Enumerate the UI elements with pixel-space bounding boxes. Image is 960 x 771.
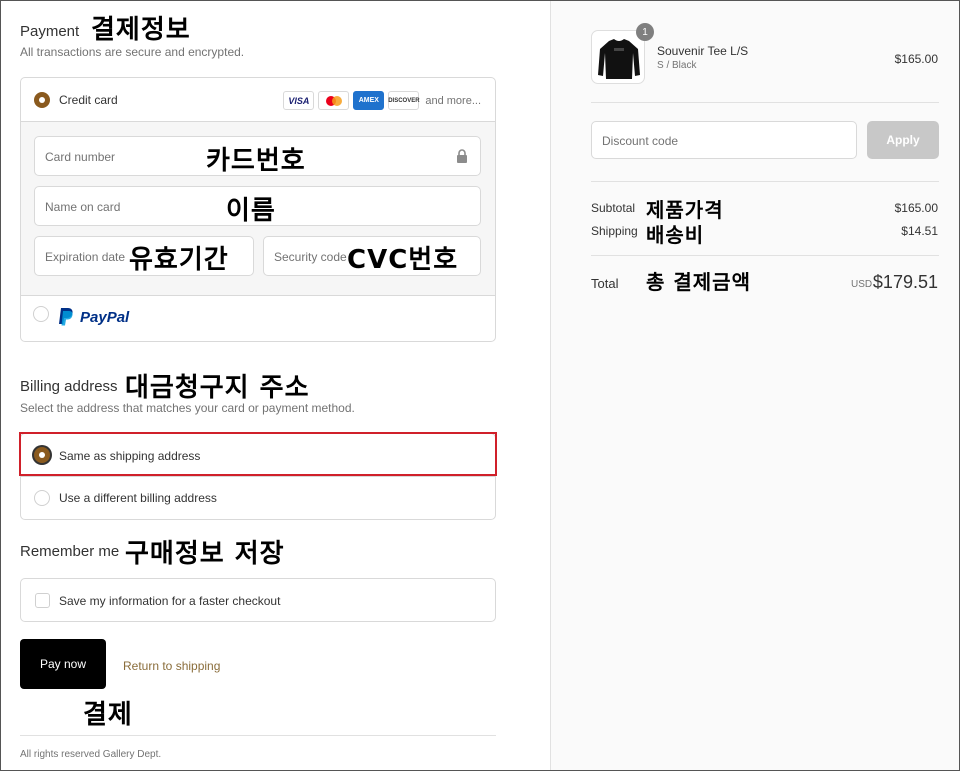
mastercard-icon (318, 91, 350, 110)
shipping-value: $14.51 (901, 224, 938, 238)
save-info-checkbox[interactable] (35, 593, 50, 608)
paypal-label: PayPal (80, 308, 130, 326)
shirt-icon (598, 39, 640, 79)
billing-annotation: 대금청구지 주소 (125, 373, 310, 403)
name-annotation: 이름 (226, 196, 276, 226)
security-code-placeholder: Security code (274, 250, 347, 264)
order-summary: 1 Souvenir Tee L/S S / Black $165.00 Dis… (550, 1, 959, 770)
product-price: $165.00 (894, 52, 938, 66)
credit-card-radio[interactable] (34, 92, 50, 108)
remember-annotation: 구매정보 저장 (125, 539, 285, 569)
paypal-icon (59, 308, 73, 326)
total-annotation: 총 결제금액 (646, 270, 751, 294)
name-on-card-placeholder: Name on card (45, 200, 121, 214)
total-label: Total (591, 276, 619, 291)
product-thumbnail (591, 30, 645, 84)
amex-icon: AMEX (353, 91, 385, 110)
different-billing-label[interactable]: Use a different billing address (59, 491, 217, 505)
billing-title: Billing address (20, 378, 118, 395)
visa-icon: VISA (283, 91, 315, 110)
divider-3 (591, 255, 939, 256)
footer-text: All rights reserved Gallery Dept. (20, 749, 162, 760)
remember-title: Remember me (20, 543, 120, 560)
remember-box: Save my information for a faster checkou… (20, 578, 496, 622)
discover-icon: DISCOVER (388, 91, 420, 110)
save-info-label[interactable]: Save my information for a faster checkou… (59, 594, 280, 608)
discount-placeholder: Discount code (602, 134, 679, 148)
product-name: Souvenir Tee L/S (657, 44, 749, 58)
card-number-placeholder: Card number (45, 150, 116, 164)
subtotal-value: $165.00 (894, 201, 938, 215)
product-variant: S / Black (657, 60, 697, 71)
payment-subtitle: All transactions are secure and encrypte… (20, 45, 245, 59)
currency-label: USD (851, 279, 873, 290)
apply-button[interactable]: Apply (867, 121, 939, 159)
subtotal-label: Subtotal (591, 201, 636, 215)
same-as-shipping-label[interactable]: Same as shipping address (59, 449, 200, 463)
return-to-shipping-link[interactable]: Return to shipping (123, 659, 220, 673)
pay-annotation: 결제 (83, 700, 133, 730)
lock-icon (457, 149, 467, 163)
card-number-annotation: 카드번호 (206, 146, 306, 176)
total-value: $179.51 (872, 272, 938, 292)
quantity-badge: 1 (636, 23, 654, 41)
billing-divider (21, 476, 495, 477)
shipping-label: Shipping (591, 224, 638, 238)
divider-2 (591, 181, 939, 182)
security-code-annotation: CVC번호 (347, 245, 459, 275)
same-as-shipping-radio[interactable] (34, 447, 50, 463)
discount-code-input[interactable]: Discount code (591, 121, 857, 159)
pay-now-button[interactable]: Pay now (20, 639, 106, 689)
divider-1 (591, 102, 939, 103)
paypal-logo: PayPal (58, 307, 129, 327)
footer-divider (20, 735, 496, 736)
billing-subtitle: Select the address that matches your car… (20, 401, 355, 415)
credit-card-label: Credit card (59, 93, 118, 107)
expiration-annotation: 유효기간 (129, 245, 229, 275)
expiration-date-placeholder: Expiration date (45, 250, 126, 264)
payment-annotation: 결제정보 (91, 15, 191, 45)
and-more-text: and more... (425, 94, 481, 107)
credit-card-option[interactable]: Credit card VISA AMEX DISCOVER and more.… (21, 78, 495, 122)
paypal-radio[interactable] (33, 306, 49, 322)
checkout-main: Payment 결제정보 All transactions are secure… (1, 1, 551, 770)
payment-title: Payment (20, 23, 80, 40)
different-billing-radio[interactable] (34, 490, 50, 506)
card-logos: VISA AMEX DISCOVER and more... (283, 91, 481, 110)
billing-options: Same as shipping address Use a different… (19, 432, 497, 520)
shipping-annotation: 배송비 (646, 223, 705, 247)
